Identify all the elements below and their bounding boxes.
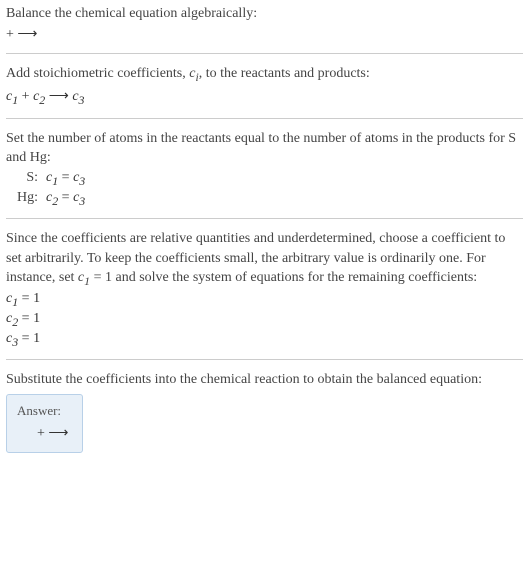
section-atoms: Set the number of atoms in the reactants… — [6, 129, 523, 209]
substitute-title: Substitute the coefficients into the che… — [6, 370, 523, 390]
divider — [6, 218, 523, 219]
atoms-title: Set the number of atoms in the reactants… — [6, 129, 523, 168]
plus-1: + — [18, 89, 33, 104]
atom-label-hg: Hg: — [10, 190, 38, 206]
s-eq: = — [58, 170, 73, 185]
answer-equation: + ⟶ — [17, 425, 68, 442]
line-c1-rest: = 1 — [18, 291, 40, 306]
document-content: Balance the chemical equation algebraica… — [0, 0, 529, 463]
s-c3-sub: 3 — [79, 174, 85, 188]
atom-table: S: c1 = c3 Hg: c2 = c3 — [10, 170, 523, 209]
atom-row: S: c1 = c3 — [10, 170, 523, 189]
arrow-1: ⟶ — [45, 89, 72, 104]
stoich-text-part: Add stoichiometric coefficients, ci, to … — [6, 66, 370, 81]
section-solve: Since the coefficients are relative quan… — [6, 229, 523, 349]
line-c2-rest: = 1 — [18, 311, 40, 326]
atom-label-s: S: — [10, 170, 38, 186]
balance-title: Balance the chemical equation algebraica… — [6, 4, 523, 24]
stoichiometric-title: Add stoichiometric coefficients, ci, to … — [6, 64, 523, 86]
stoichiometric-equation: c1 + c2 ⟶ c3 — [6, 88, 523, 108]
divider — [6, 53, 523, 54]
coeff-c3-sub: 3 — [79, 93, 85, 107]
atom-eq-s: c1 = c3 — [46, 170, 85, 189]
balance-equation: + ⟶ — [6, 26, 523, 43]
answer-box: Answer: + ⟶ — [6, 394, 83, 453]
hg-c3-sub: 3 — [79, 193, 85, 207]
answer-label: Answer: — [17, 403, 68, 419]
atom-eq-hg: c2 = c3 — [46, 190, 85, 209]
hg-eq: = — [58, 190, 73, 205]
solve-title: Since the coefficients are relative quan… — [6, 229, 523, 290]
section-balance: Balance the chemical equation algebraica… — [6, 4, 523, 43]
divider — [6, 359, 523, 360]
section-substitute: Substitute the coefficients into the che… — [6, 370, 523, 453]
coeff-line: c1 = 1 — [6, 291, 523, 310]
divider — [6, 118, 523, 119]
coeff-line: c2 = 1 — [6, 311, 523, 330]
atom-row: Hg: c2 = c3 — [10, 190, 523, 209]
solve-text-p2: = 1 and solve the system of equations fo… — [90, 270, 477, 285]
section-stoichiometric: Add stoichiometric coefficients, ci, to … — [6, 64, 523, 108]
coeff-line: c3 = 1 — [6, 331, 523, 350]
line-c3-rest: = 1 — [18, 331, 40, 346]
